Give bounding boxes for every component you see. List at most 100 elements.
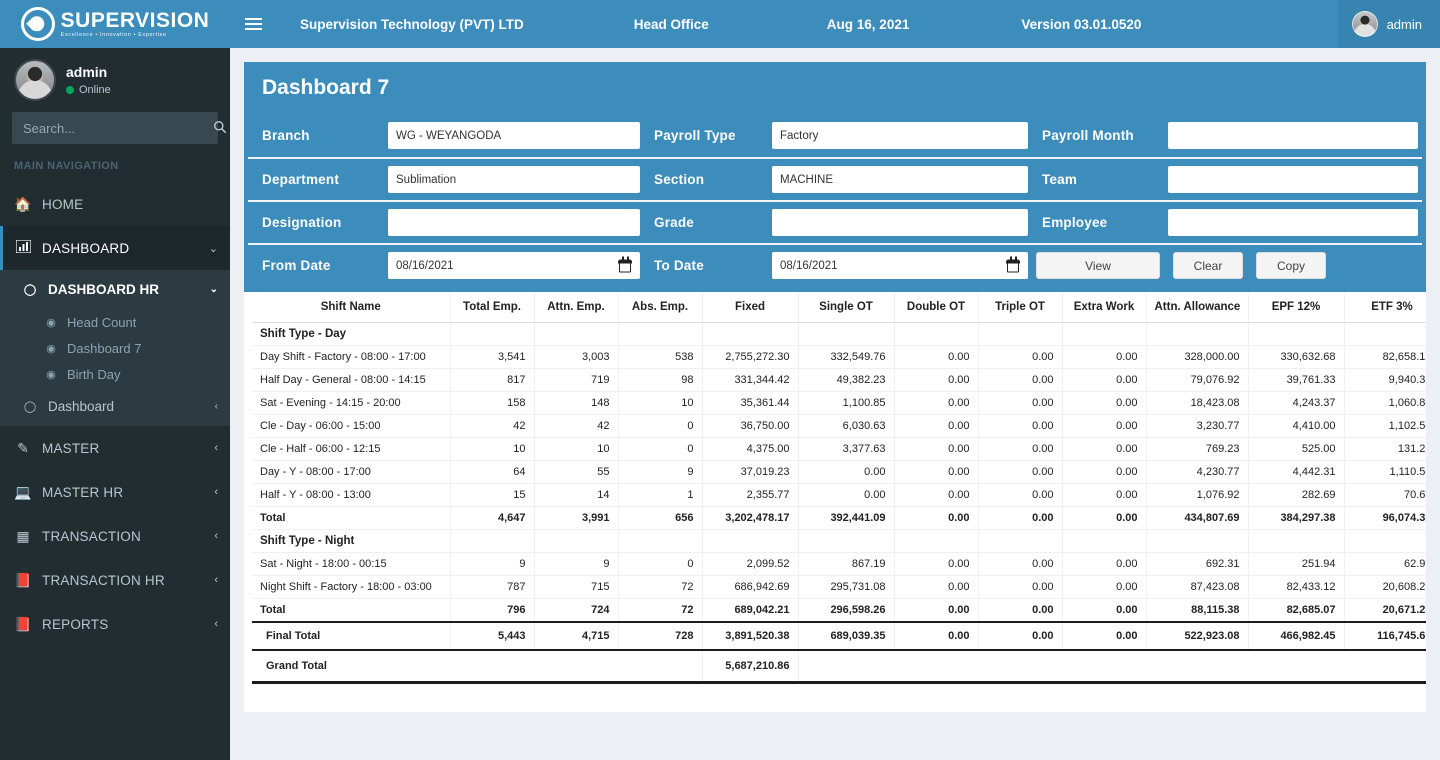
nav-section-header: MAIN NAVIGATION — [14, 160, 119, 172]
table-cell: 0.00 — [978, 391, 1063, 415]
payroll-month-label: Payroll Month — [1042, 128, 1134, 143]
grade-input[interactable] — [772, 209, 1028, 236]
copy-button[interactable]: Copy — [1256, 252, 1326, 279]
sidebar-item-dashboard[interactable]: DASHBOARD ⌄ — [0, 226, 230, 270]
employee-input[interactable] — [1168, 209, 1418, 236]
branch-input[interactable] — [388, 122, 640, 149]
sidebar-item-master-label: MASTER — [42, 440, 100, 456]
table-cell: 0.00 — [1062, 506, 1147, 530]
table-cell: 0.00 — [1062, 391, 1147, 415]
sidebar-item-master[interactable]: ✎ MASTER ‹ — [0, 426, 230, 470]
table-cell: 15 — [450, 483, 535, 507]
top-header: Supervision Technology (PVT) LTD Head Of… — [230, 0, 1440, 48]
table-cell: 728 — [618, 621, 703, 651]
circle-dot-icon: ◉ — [46, 342, 56, 355]
table-cell: 148 — [534, 391, 619, 415]
filter-actions: View Clear Copy — [1028, 252, 1326, 279]
team-input[interactable] — [1168, 166, 1418, 193]
sidebar-item-home[interactable]: 🏠 HOME — [0, 182, 230, 226]
table-cell: 0.00 — [1062, 575, 1147, 599]
filter-panel: Branch Payroll Type Payroll Month Depart… — [244, 114, 1426, 292]
table-cell: 0.00 — [798, 483, 895, 507]
header-user-menu[interactable]: admin — [1337, 0, 1440, 48]
table-cell — [894, 529, 979, 553]
view-button[interactable]: View — [1036, 252, 1160, 279]
table-column-header: Single OT — [798, 292, 895, 323]
search-input[interactable] — [13, 120, 209, 136]
designation-input[interactable] — [388, 209, 640, 236]
from-date-input[interactable] — [388, 252, 640, 279]
table-cell: 35,361.44 — [702, 391, 799, 415]
table-cell: 79,076.92 — [1146, 368, 1249, 392]
to-date-input[interactable] — [772, 252, 1028, 279]
sidebar-toggle-button[interactable] — [230, 0, 276, 48]
section-input[interactable] — [772, 166, 1028, 193]
online-status-icon — [66, 86, 74, 94]
payroll-type-input[interactable] — [772, 122, 1028, 149]
sidebar-item-birth-day[interactable]: ◉ Birth Day — [0, 361, 230, 387]
sidebar-item-head-count[interactable]: ◉ Head Count — [0, 309, 230, 335]
payroll-month-input[interactable] — [1168, 122, 1418, 149]
table-cell — [1344, 322, 1426, 346]
sidebar-search — [0, 112, 230, 144]
employee-label: Employee — [1042, 215, 1108, 230]
table-cell: 1,076.92 — [1146, 483, 1249, 507]
table-cell: 42 — [450, 414, 535, 438]
table-row: Cle - Half - 06:00 - 12:15 10 10 0 4,375.00 3… — [252, 437, 1426, 461]
sidebar-item-dashboard-hr[interactable]: ◯ DASHBOARD HR ⌄ — [0, 270, 230, 309]
table-row: Sat - Evening - 14:15 - 20:00 158 148 10 35,… — [252, 391, 1426, 415]
table-cell-shift-name: Cle - Half - 06:00 - 12:15 — [252, 437, 451, 461]
table-cell: 5,443 — [450, 621, 535, 651]
table-cell — [1344, 529, 1426, 553]
table-cell: 0 — [618, 437, 703, 461]
payroll-type-label: Payroll Type — [654, 128, 736, 143]
department-input[interactable] — [388, 166, 640, 193]
designation-label: Designation — [262, 215, 342, 230]
dashboard-submenu: ◯ DASHBOARD HR ⌄ ◉ Head Count ◉ Dashboar… — [0, 270, 230, 426]
search-button[interactable] — [209, 113, 230, 143]
table-cell: 692.31 — [1146, 552, 1249, 576]
table-cell: 0.00 — [1062, 460, 1147, 484]
table-cell: 37,019.23 — [702, 460, 799, 484]
sidebar-item-head-count-label: Head Count — [67, 314, 137, 330]
table-cell — [618, 529, 703, 553]
sidebar-item-transaction[interactable]: ▦ TRANSACTION ‹ — [0, 514, 230, 558]
table-cell: 116,745.61 — [1344, 621, 1426, 651]
table-row: Total 4,647 3,991 656 3,202,478.17 392,441.09… — [252, 506, 1426, 530]
search-box[interactable] — [12, 112, 227, 144]
table-cell: 796 — [450, 598, 535, 623]
table-cell: 295,731.08 — [798, 575, 895, 599]
sidebar-item-dashboard-7[interactable]: ◉ Dashboard 7 — [0, 335, 230, 361]
table-cell: 88,115.38 — [1146, 598, 1249, 623]
table-cell: 0.00 — [978, 437, 1063, 461]
table-cell: 331,344.42 — [702, 368, 799, 392]
table-column-header: Shift Name — [252, 292, 451, 323]
table-cell-shift-name: Night Shift - Factory - 18:00 - 03:00 — [252, 575, 451, 599]
table-cell: 0.00 — [978, 368, 1063, 392]
table-cell: 0.00 — [894, 460, 979, 484]
table-cell: 96,074.35 — [1344, 506, 1426, 530]
table-cell: 82,658.17 — [1344, 345, 1426, 369]
sidebar-user-name: admin — [66, 64, 108, 80]
table-row: Day Shift - Factory - 08:00 - 17:00 3,541… — [252, 345, 1426, 369]
sidebar-item-master-hr[interactable]: 💻 MASTER HR ‹ — [0, 470, 230, 514]
table-cell: 4,230.77 — [1146, 460, 1249, 484]
table-cell: 296,598.26 — [798, 598, 895, 623]
table-cell — [894, 322, 979, 346]
sidebar-item-dashboard-sub[interactable]: ◯ Dashboard ‹ — [0, 387, 230, 426]
sidebar-item-reports[interactable]: 📕 REPORTS ‹ — [0, 602, 230, 646]
table-cell: 72 — [618, 575, 703, 599]
table-cell: 82,685.07 — [1248, 598, 1345, 623]
search-icon — [214, 120, 227, 133]
table-cell: 0.00 — [894, 575, 979, 599]
table-cell-shift-name: Cle - Day - 06:00 - 15:00 — [252, 414, 451, 438]
grid-icon: ▦ — [16, 527, 30, 544]
table-row: Half Day - General - 08:00 - 14:15 817 719… — [252, 368, 1426, 392]
book-icon: 📕 — [14, 615, 32, 632]
page-title: Dashboard 7 — [244, 62, 1426, 114]
table-cell — [1248, 529, 1345, 553]
table-cell: 131.25 — [1344, 437, 1426, 461]
sidebar-item-transaction-hr[interactable]: 📕 TRANSACTION HR ‹ — [0, 558, 230, 602]
brand-logo[interactable]: SUPERVISION Excellence • Innovation • Ex… — [0, 0, 230, 48]
clear-button[interactable]: Clear — [1173, 252, 1243, 279]
